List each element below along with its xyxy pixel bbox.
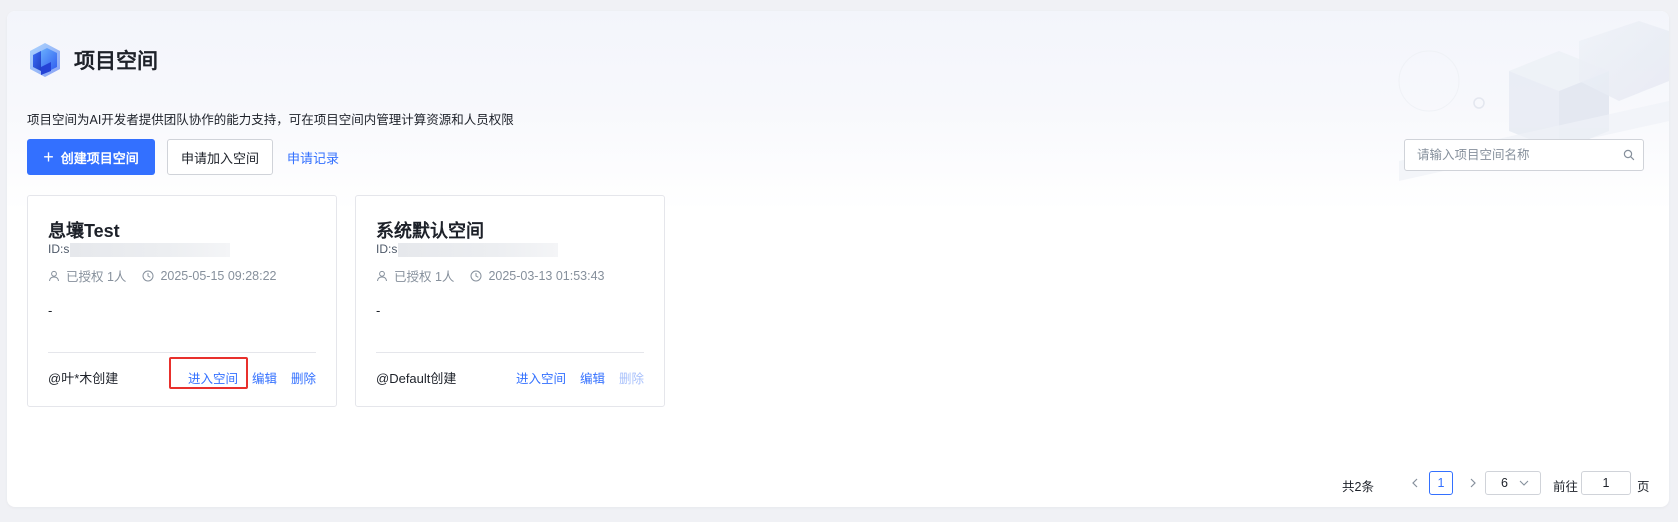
project-description: - [376,303,381,318]
project-name: 息壤Test [48,221,120,241]
clock-icon [470,270,482,281]
project-card: 系统默认空间 ID:s 已授权 1人 2025-03-13 01:53:43 - [355,195,665,407]
authorized-count-text: 已授权 1人 [394,270,455,284]
authorized-count: 已授权 1人 [376,266,454,285]
project-id-prefix: ID:s [376,242,398,256]
created-time-text: 2025-05-15 09:28:22 [160,268,277,283]
project-description: - [48,303,53,318]
project-creator: @Default创建 [376,371,457,386]
create-project-space-label: 创建项目空间 [60,150,139,166]
project-id-redacted [70,242,231,257]
project-id: ID:s [376,242,559,257]
chevron-right-icon[interactable] [1465,475,1481,491]
created-time: 2025-05-15 09:28:22 [142,268,277,283]
clock-icon [142,270,154,281]
search-input[interactable] [1405,140,1615,170]
pagination-page-1[interactable]: 1 [1429,471,1453,495]
page-size-select[interactable]: 6 [1485,471,1541,495]
create-project-space-button[interactable]: + 创建项目空间 [27,139,155,175]
search-icon[interactable] [1615,149,1643,161]
project-creator: @叶*木创建 [48,371,119,386]
created-time: 2025-03-13 01:53:43 [470,268,605,283]
page-header: 项目空间 [27,42,158,78]
authorized-count: 已授权 1人 [48,266,126,285]
card-actions: 进入空间 编辑 删除 [502,368,644,387]
page-unit-label: 页 [1637,480,1650,494]
project-id: ID:s [48,242,231,257]
project-meta: 已授权 1人 2025-03-13 01:53:43 [376,266,605,285]
card-actions: 进入空间 编辑 删除 [168,357,316,389]
apply-join-space-button[interactable]: 申请加入空间 [167,139,273,175]
card-divider [376,352,644,353]
search-box [1404,139,1644,171]
toolbar: + 创建项目空间 申请加入空间 申请记录 [27,139,339,175]
project-id-redacted [398,242,559,257]
enter-space-link[interactable]: 进入空间 [516,368,566,387]
card-divider [48,352,316,353]
edit-link[interactable]: 编辑 [252,368,277,387]
goto-label: 前往 [1553,480,1579,494]
edit-link[interactable]: 编辑 [580,368,605,387]
project-id-prefix: ID:s [48,242,70,256]
project-name: 系统默认空间 [376,221,484,241]
main-panel: 项目空间 项目空间为AI开发者提供团队协作的能力支持，可在项目空间内管理计算资源… [7,11,1669,507]
user-icon [377,270,387,281]
enter-space-link[interactable]: 进入空间 [168,357,248,389]
project-card: 息壤Test ID:s 已授权 1人 2025-05-15 09:28:22 - [27,195,337,407]
user-icon [49,270,59,281]
page-description: 项目空间为AI开发者提供团队协作的能力支持，可在项目空间内管理计算资源和人员权限 [27,113,514,127]
created-time-text: 2025-03-13 01:53:43 [488,268,605,283]
page-size-value: 6 [1501,476,1508,490]
delete-link-disabled: 删除 [618,372,644,386]
application-records-link[interactable]: 申请记录 [287,148,339,167]
pagination-total: 共2条 [1342,480,1374,494]
delete-link[interactable]: 删除 [291,368,316,387]
project-meta: 已授权 1人 2025-05-15 09:28:22 [48,266,277,285]
plus-icon: + [43,147,54,167]
project-space-logo-icon [30,43,60,77]
authorized-count-text: 已授权 1人 [66,270,127,284]
decorative-cubes-graphic [1398,21,1669,181]
goto-page-input[interactable] [1581,471,1631,495]
page-title: 项目空间 [74,50,158,73]
chevron-down-icon [1519,480,1529,486]
chevron-left-icon[interactable] [1407,475,1423,491]
pagination: 共2条 1 6 前往 页 [7,471,1669,495]
